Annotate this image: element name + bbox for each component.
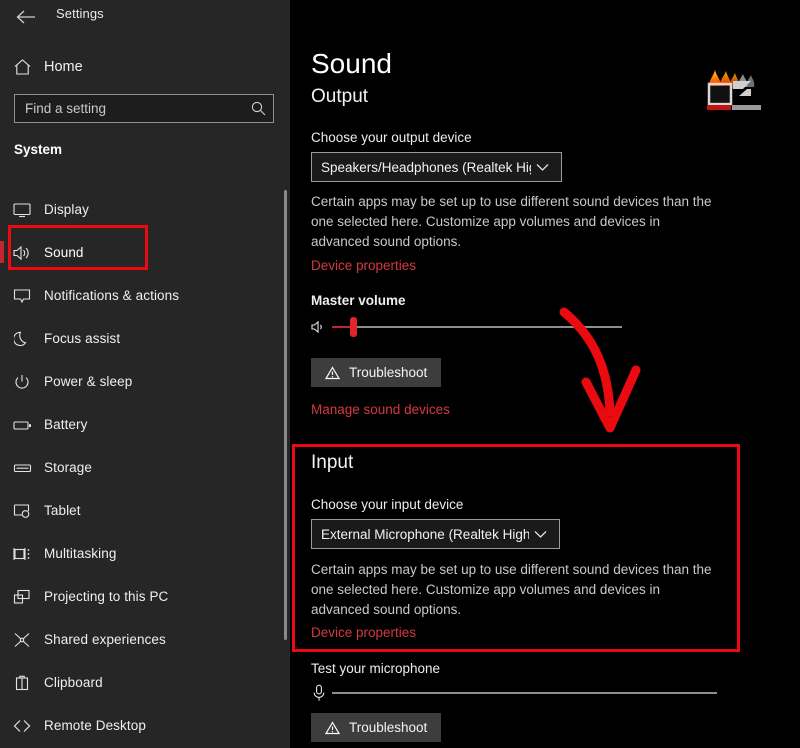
volume-track[interactable] (332, 317, 622, 337)
warning-triangle-icon (325, 720, 340, 735)
selection-indicator (0, 241, 4, 263)
sidebar-item-label: Tablet (44, 503, 81, 518)
input-troubleshoot-label: Troubleshoot (349, 720, 428, 735)
microphone-icon[interactable] (306, 684, 332, 702)
output-device-properties-link[interactable]: Device properties (311, 258, 416, 273)
sidebar-item-label: Shared experiences (44, 632, 166, 647)
sidebar-item-battery[interactable]: Battery (0, 403, 290, 446)
sidebar-item-home[interactable]: Home (0, 50, 290, 84)
input-device-value: External Microphone (Realtek High... (321, 526, 529, 542)
sidebar-item-focus-assist[interactable]: Focus assist (0, 317, 290, 360)
input-device-properties-link[interactable]: Device properties (311, 625, 416, 640)
output-troubleshoot-button[interactable]: Troubleshoot (311, 358, 442, 387)
sidebar-item-label: Multitasking (44, 546, 117, 561)
output-device-dropdown[interactable]: Speakers/Headphones (Realtek High... (311, 152, 562, 182)
sidebar-item-projecting-to-this-pc[interactable]: Projecting to this PC (0, 575, 290, 618)
search-icon[interactable] (243, 101, 273, 116)
app-title: Settings (56, 6, 104, 21)
output-note: Certain apps may be set up to use differ… (311, 194, 712, 249)
search-placeholder: Find a setting (25, 101, 107, 116)
output-device-value: Speakers/Headphones (Realtek High... (321, 159, 531, 175)
speaker-volume-icon[interactable] (306, 320, 332, 334)
sidebar-scrollbar[interactable] (284, 190, 287, 640)
monitor-icon (0, 202, 44, 218)
battery-icon (0, 418, 44, 432)
sidebar-item-multitasking[interactable]: Multitasking (0, 532, 290, 575)
drive-icon (0, 461, 44, 475)
output-device-label: Choose your output device (311, 130, 472, 145)
sidebar: Settings Home Find a setting System Disp… (0, 0, 290, 748)
sidebar-item-label: Power & sleep (44, 374, 133, 389)
sidebar-item-power-and-sleep[interactable]: Power & sleep (0, 360, 290, 403)
multitasking-icon (0, 546, 44, 562)
home-icon (0, 59, 44, 75)
sidebar-item-clipboard[interactable]: Clipboard (0, 661, 290, 704)
sidebar-item-remote-desktop[interactable]: Remote Desktop (0, 704, 290, 747)
chevron-down-icon (531, 163, 553, 172)
remote-desktop-icon (0, 719, 44, 733)
sidebar-item-shared-experiences[interactable]: Shared experiences (0, 618, 290, 661)
input-device-dropdown[interactable]: External Microphone (Realtek High... (311, 519, 560, 549)
power-icon (0, 374, 44, 390)
sidebar-item-label: Focus assist (44, 331, 121, 346)
sidebar-item-label: Display (44, 202, 89, 217)
search-input[interactable]: Find a setting (14, 94, 274, 123)
master-volume-slider[interactable] (306, 317, 626, 337)
sidebar-item-label: Storage (44, 460, 92, 475)
back-arrow-icon[interactable] (14, 6, 38, 28)
sidebar-item-storage[interactable]: Storage (0, 446, 290, 489)
sidebar-item-label: Notifications & actions (44, 288, 180, 303)
input-section-heading: Input (311, 452, 354, 473)
test-microphone-label: Test your microphone (311, 661, 441, 676)
sidebar-item-label: Remote Desktop (44, 718, 146, 733)
share-icon (0, 632, 44, 648)
chevron-down-icon (529, 530, 551, 539)
output-section-heading: Output (311, 86, 369, 107)
sidebar-item-label: Sound (44, 245, 84, 260)
page-title: Sound (311, 48, 392, 79)
settings-window: Settings Home Find a setting System Disp… (0, 0, 800, 748)
clipboard-icon (0, 675, 44, 691)
sidebar-item-tablet[interactable]: Tablet (0, 489, 290, 532)
sidebar-item-sound[interactable]: Sound (0, 231, 290, 274)
home-label: Home (44, 59, 83, 75)
sidebar-nav-list: Display Sound Notifications & actions Fo… (0, 188, 290, 747)
input-troubleshoot-button[interactable]: Troubleshoot (311, 713, 442, 742)
digichasers-logo (705, 65, 765, 113)
title-bar: Settings (0, 0, 290, 34)
input-device-label: Choose your input device (311, 497, 464, 512)
moon-icon (0, 331, 44, 347)
microphone-level-track (332, 692, 717, 694)
chat-bubble-icon (0, 288, 44, 304)
sidebar-item-notifications-and-actions[interactable]: Notifications & actions (0, 274, 290, 317)
microphone-level-meter (306, 684, 736, 702)
input-note: Certain apps may be set up to use differ… (311, 562, 712, 617)
tablet-icon (0, 503, 44, 519)
project-icon (0, 589, 44, 605)
sidebar-group-header: System (14, 142, 63, 157)
warning-triangle-icon (325, 365, 340, 380)
speaker-icon (0, 245, 44, 261)
volume-fill (332, 326, 352, 328)
volume-thumb[interactable] (350, 317, 357, 337)
sidebar-item-label: Clipboard (44, 675, 103, 690)
manage-sound-devices-link[interactable]: Manage sound devices (311, 402, 450, 417)
output-troubleshoot-label: Troubleshoot (349, 365, 428, 380)
master-volume-label: Master volume (311, 293, 406, 308)
sidebar-item-label: Battery (44, 417, 88, 432)
main-content: Sound Output Choose your output device S… (290, 0, 800, 748)
sidebar-item-label: Projecting to this PC (44, 589, 169, 604)
sidebar-item-display[interactable]: Display (0, 188, 290, 231)
